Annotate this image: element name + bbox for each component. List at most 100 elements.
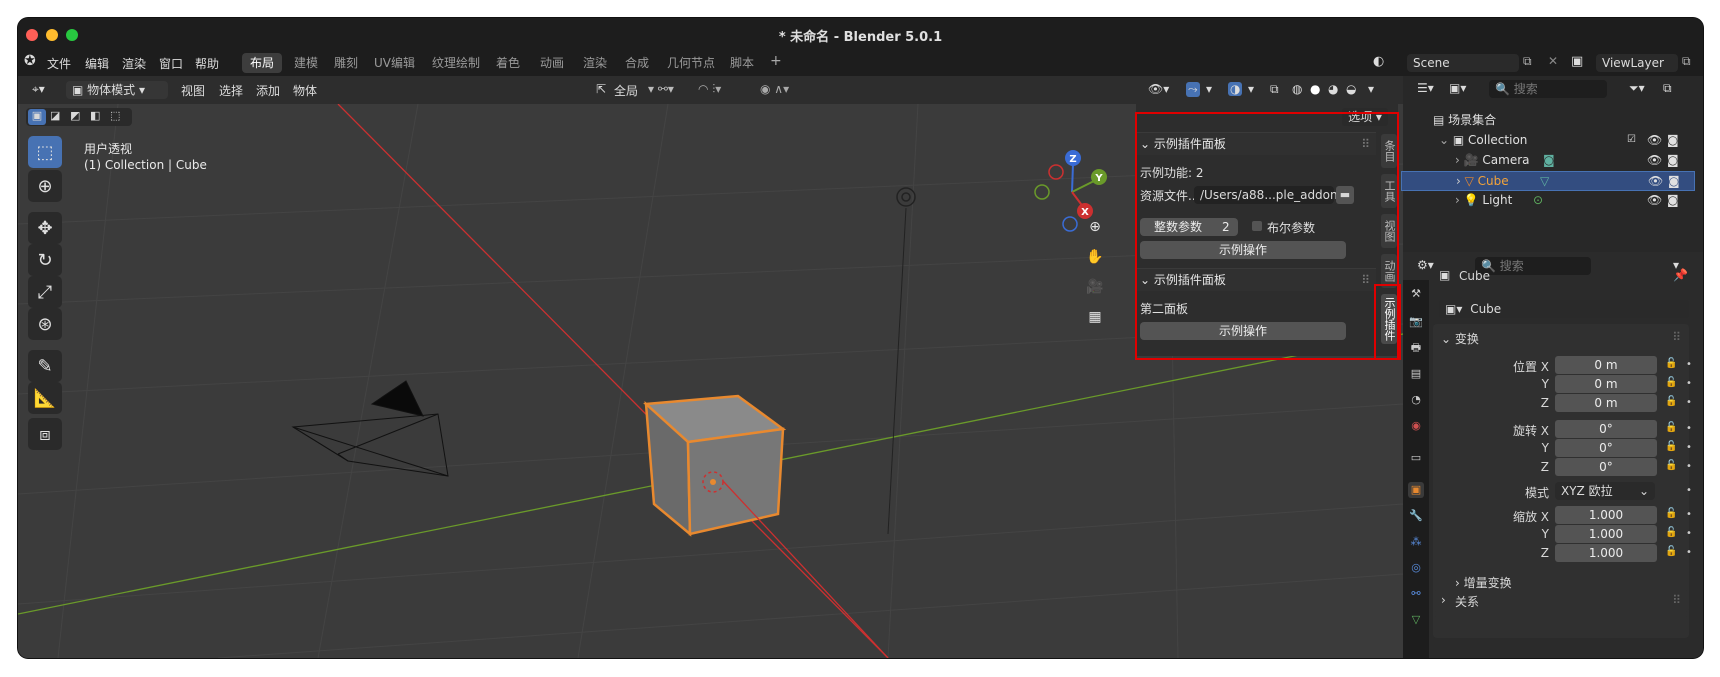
collection-eye-icon[interactable]: 👁 [1647,131,1662,149]
tool-tab-icon[interactable]: ⚒ [1408,286,1424,302]
object-tab-icon[interactable]: ▣ [1408,482,1424,498]
transform-drag-handle-icon[interactable]: ⠿ [1672,330,1681,344]
tab-modeling[interactable]: 建模 [286,53,326,73]
select-extend-icon[interactable]: ◪ [50,109,60,122]
light-render-icon[interactable]: ◙ [1667,191,1679,209]
tab-texture-paint[interactable]: 纹理绘制 [424,53,488,73]
keyframe-rotation-y-icon[interactable]: • [1686,442,1692,453]
menu-object[interactable]: 物体 [293,82,317,99]
lock-location-x-icon[interactable]: 🔓 [1665,358,1677,369]
pan-view-button[interactable]: ✋ [1082,244,1108,270]
location-z-field[interactable]: 0 m [1555,394,1657,412]
menu-add[interactable]: 添加 [256,82,280,99]
relations-panel-header[interactable]: › 关系 ⠿ [1433,590,1689,612]
lock-scale-z-icon[interactable]: 🔓 [1665,546,1677,557]
location-y-field[interactable]: 0 m [1555,375,1657,393]
wireframe-shading-icon[interactable]: ◍ [1292,82,1302,96]
expand-camera-icon[interactable]: › [1455,153,1464,167]
keyframe-scale-z-icon[interactable]: • [1686,547,1692,558]
editor-type-icon[interactable]: ⌖▾ [32,82,45,97]
select-new-icon[interactable]: ▣ [28,109,46,125]
display-mode-icon[interactable]: ▣▾ [1449,81,1466,95]
modifier-tab-icon[interactable]: 🔧 [1408,508,1424,524]
physics-tab-icon[interactable]: ◎ [1408,560,1424,576]
menu-edit[interactable]: 编辑 [85,55,109,72]
menu-window[interactable]: 窗口 [159,55,183,72]
menu-file[interactable]: 文件 [47,55,71,72]
move-tool[interactable]: ✥ [28,212,62,244]
camera-eye-icon[interactable]: 👁 [1647,151,1662,169]
scale-y-field[interactable]: 1.000 [1555,525,1657,543]
annotate-tool[interactable]: ✎ [28,350,62,382]
menu-select[interactable]: 选择 [219,82,243,99]
select-box-tool[interactable]: ⬚ [28,136,62,168]
keyframe-location-z-icon[interactable]: • [1686,397,1692,408]
expand-collection-icon[interactable]: ⌄ [1439,133,1453,147]
keyframe-scale-y-icon[interactable]: • [1686,528,1692,539]
rendered-shading-icon[interactable]: ◒ [1346,82,1356,96]
constraints-tab-icon[interactable]: ⚯ [1408,586,1424,602]
lock-location-z-icon[interactable]: 🔓 [1665,396,1677,407]
view-layer-tab-icon[interactable]: ▤ [1408,366,1424,382]
new-collection-icon[interactable]: ⧉ [1663,81,1672,96]
select-intersect-icon[interactable]: ⬚ [110,109,120,122]
rotate-tool[interactable]: ↻ [28,244,62,276]
xray-icon[interactable]: ⧉ [1270,82,1279,97]
new-scene-icon[interactable]: ⧉ [1523,54,1532,69]
rotation-mode-dropdown[interactable]: XYZ 欧拉 ⌄ [1555,482,1655,500]
snap-icon[interactable]: ◠ ⫶▾ [698,82,721,97]
lock-rotation-z-icon[interactable]: 🔓 [1665,460,1677,471]
collection-render-icon[interactable]: ◙ [1667,131,1679,149]
properties-editor-type-icon[interactable]: ⚙▾ [1417,258,1434,272]
tab-shading[interactable]: 着色 [488,53,528,73]
lock-rotation-y-icon[interactable]: 🔓 [1665,441,1677,452]
overlay-dropdown-icon[interactable]: ▾ [1248,82,1254,96]
outliner-row-cube[interactable]: › ▽ Cube ▽ 👁 ◙ [1401,171,1695,191]
camera-render-icon[interactable]: ◙ [1667,151,1679,169]
tab-animation[interactable]: 动画 [532,53,572,73]
blender-logo-icon[interactable]: ✪ [24,53,36,69]
proportional-edit-icon[interactable]: ◉ ∧▾ [760,82,789,96]
visibility-icon[interactable]: 👁▾ [1148,82,1169,96]
menu-render[interactable]: 渲染 [122,55,146,72]
tab-uv-editing[interactable]: UV编辑 [366,53,423,73]
object-name-field[interactable]: ▣▾ Cube [1439,300,1689,318]
keyframe-rotation-x-icon[interactable]: • [1686,423,1692,434]
outliner-row-light[interactable]: › 💡 Light ⊙ 👁 ◙ [1403,191,1693,209]
keyframe-location-x-icon[interactable]: • [1686,359,1692,370]
orientation-dropdown[interactable]: 全局 [614,82,638,99]
select-subtract-icon[interactable]: ◩ [70,109,80,122]
add-workspace-icon[interactable]: + [770,53,782,69]
scene-icon[interactable]: ◐ [1373,54,1384,69]
tab-sculpting[interactable]: 雕刻 [326,53,366,73]
add-cube-tool[interactable]: ⧈ [28,418,62,450]
properties-search-input[interactable]: 🔍 搜索 [1475,257,1591,275]
rotation-x-field[interactable]: 0° [1555,420,1657,438]
data-tab-icon[interactable]: ▽ [1408,612,1424,628]
3d-viewport[interactable]: Z Y X ▣ ◪ ◩ ◧ ⬚ 用户透视 (1) Collection | Cu… [18,104,1403,658]
tab-rendering[interactable]: 渲染 [575,53,615,73]
relations-drag-handle-icon[interactable]: ⠿ [1672,593,1681,607]
menu-help[interactable]: 帮助 [195,55,219,72]
gizmo-toggle-icon[interactable]: ⤳ [1186,82,1200,97]
outliner-row-scene-collection[interactable]: ▤ 场景集合 [1403,111,1693,129]
cube-eye-icon[interactable]: 👁 [1648,172,1663,190]
measure-tool[interactable]: 📐 [28,382,62,414]
lock-scale-y-icon[interactable]: 🔓 [1665,527,1677,538]
orientation-icon[interactable]: ⇱ [596,82,606,96]
lock-rotation-x-icon[interactable]: 🔓 [1665,422,1677,433]
rotation-z-field[interactable]: 0° [1555,458,1657,476]
keyframe-scale-x-icon[interactable]: • [1686,509,1692,520]
light-eye-icon[interactable]: 👁 [1647,191,1662,209]
pin-icon[interactable]: 📌 [1673,268,1688,282]
shading-dropdown-icon[interactable]: ▾ [1368,82,1374,96]
world-tab-icon[interactable]: ◉ [1408,418,1424,434]
output-tab-icon[interactable]: 🖶 [1408,340,1424,356]
scale-z-field[interactable]: 1.000 [1555,544,1657,562]
collections-panel-header[interactable] [1433,616,1689,638]
lock-location-y-icon[interactable]: 🔓 [1665,377,1677,388]
scene-tab-icon[interactable]: ◔ [1408,392,1424,408]
tab-compositing[interactable]: 合成 [617,53,657,73]
keyframe-rotation-mode-icon[interactable]: • [1686,485,1692,496]
ortho-toggle-button[interactable]: ▦ [1082,304,1108,330]
